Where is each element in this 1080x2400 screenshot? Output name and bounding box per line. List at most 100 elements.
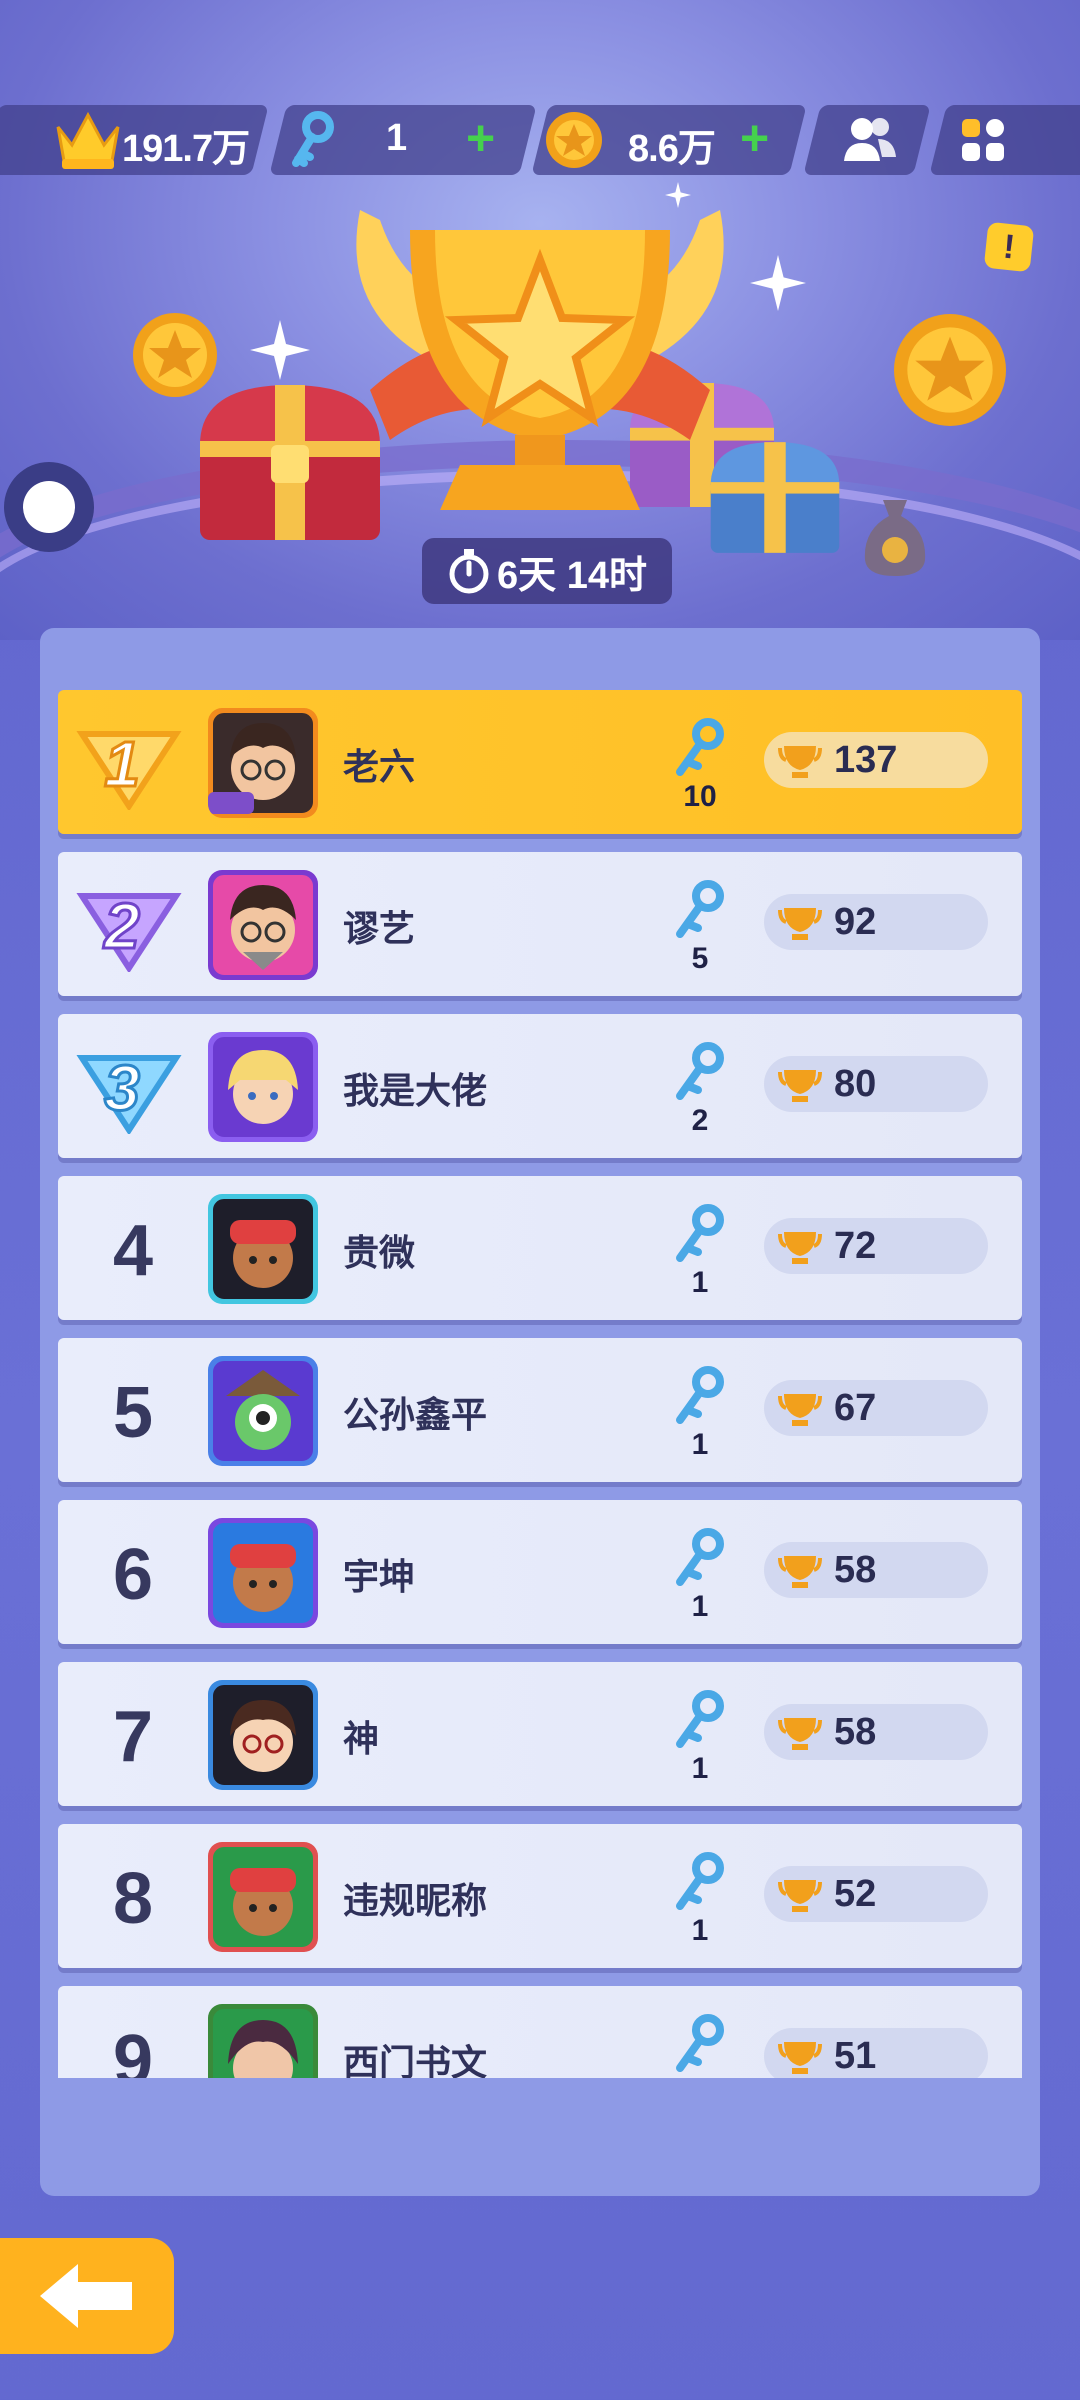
- timer-text: 6天 14时: [497, 554, 647, 597]
- avatar[interactable]: [208, 2004, 318, 2078]
- score-value: 137: [834, 739, 898, 781]
- player-name: 公孙鑫平: [343, 1394, 488, 1435]
- avatar[interactable]: [208, 1842, 318, 1952]
- crown-value: 191.7万: [122, 128, 250, 170]
- sparkle-icon: [750, 255, 806, 311]
- key-count: 1: [670, 1364, 730, 1464]
- coin-icon: [546, 112, 602, 168]
- player-name: 神: [343, 1718, 380, 1759]
- key-icon: [292, 111, 334, 167]
- avatar[interactable]: [208, 708, 318, 818]
- rank-number: 4: [112, 1211, 154, 1291]
- keys-icon: [676, 880, 724, 938]
- key-value: 1: [386, 117, 407, 159]
- trophy-icon: [778, 1880, 822, 1912]
- key-count-value: 2: [691, 1104, 709, 1137]
- svg-text:1: 1: [104, 728, 140, 800]
- key-count-value: 1: [691, 1752, 709, 1785]
- add-coins-button[interactable]: +: [740, 113, 769, 163]
- leaderboard-row[interactable]: 8 违规昵称 1 52: [58, 1824, 1022, 1968]
- trophy-score: 58: [764, 1542, 988, 1598]
- score-value: 92: [834, 901, 877, 943]
- sparkle-icon: [250, 320, 310, 380]
- info-alert-button[interactable]: !: [983, 221, 1035, 273]
- friends-icon[interactable]: [842, 115, 898, 165]
- key-count-value: 1: [691, 1428, 709, 1461]
- coin-decoration-icon: [894, 314, 1006, 426]
- rank-number: 8: [112, 1859, 154, 1939]
- player-name: 西门书文: [343, 2042, 488, 2078]
- trophy-icon: [778, 1394, 822, 1426]
- rank-number: 6: [112, 1535, 154, 1615]
- score-value: 72: [834, 1225, 877, 1267]
- keys-icon: [676, 718, 724, 776]
- crown-icon: [56, 111, 120, 169]
- svg-text:2: 2: [103, 890, 140, 962]
- score-value: 58: [834, 1549, 877, 1591]
- key-count: 5: [670, 878, 730, 978]
- event-timer: 6天 14时: [422, 538, 672, 604]
- trophy-score: 52: [764, 1866, 988, 1922]
- stopwatch-icon: [449, 549, 489, 594]
- trophy-score: 72: [764, 1218, 988, 1274]
- rank-2-badge-icon: 2: [76, 889, 182, 972]
- keys-icon: [676, 1042, 724, 1100]
- resource-bar: 191.7万 1 + 8.6万 +: [0, 105, 1080, 175]
- leaderboard-row[interactable]: 3 我是大佬 2 80: [58, 1014, 1022, 1158]
- score-value: 67: [834, 1387, 877, 1429]
- key-count-value: 1: [691, 1266, 709, 1299]
- leaderboard-row[interactable]: 6 宇坤 1 58: [58, 1500, 1022, 1644]
- player-name: 贵微: [343, 1232, 416, 1273]
- trophy-icon: [778, 908, 822, 940]
- leaderboard-row[interactable]: 2 谬艺 5 92: [58, 852, 1022, 996]
- avatar[interactable]: [208, 1518, 318, 1628]
- score-value: 51: [834, 2035, 877, 2077]
- avatar[interactable]: [208, 1032, 318, 1142]
- trophy-icon: [778, 1070, 822, 1102]
- leaderboard-row[interactable]: 9 西门书文 51: [58, 1986, 1022, 2078]
- key-count: 10: [670, 716, 730, 816]
- trophy-icon: [778, 1232, 822, 1264]
- key-count-value: 10: [683, 780, 717, 813]
- player-name: 老六: [343, 746, 416, 787]
- keys-icon: [676, 2014, 724, 2072]
- trophy-score: 137: [764, 732, 988, 788]
- leaderboard-list[interactable]: 1 老六 10 137 2 谬艺 5 92 3 我是大佬 2 80 4 贵微 1…: [58, 690, 1022, 2078]
- apps-icon[interactable]: [958, 115, 1010, 167]
- key-count: 2: [670, 1040, 730, 1140]
- trophy-icon: [778, 746, 822, 778]
- rank-number: 5: [112, 1373, 154, 1453]
- rank-number: 9: [112, 2021, 154, 2078]
- trophy-score: 58: [764, 1704, 988, 1760]
- trophy-score: 67: [764, 1380, 988, 1436]
- player-name: 宇坤: [343, 1556, 416, 1597]
- player-name: 违规昵称: [343, 1880, 488, 1921]
- avatar[interactable]: [208, 1194, 318, 1304]
- keys-icon: [676, 1852, 724, 1910]
- leaderboard-row[interactable]: 5 公孙鑫平 1 67: [58, 1338, 1022, 1482]
- svg-text:3: 3: [104, 1052, 140, 1124]
- rank-3-badge-icon: 3: [76, 1051, 182, 1134]
- rank-number: 7: [112, 1697, 154, 1777]
- trophy-icon: [778, 2042, 822, 2074]
- avatar[interactable]: [208, 1680, 318, 1790]
- avatar[interactable]: [208, 1356, 318, 1466]
- back-button[interactable]: [0, 2238, 174, 2354]
- leaderboard-row[interactable]: 7 神 1 58: [58, 1662, 1022, 1806]
- trophy-icon: [778, 1556, 822, 1588]
- arrow-left-icon: [40, 2264, 132, 2328]
- toggle-dot: [23, 481, 75, 533]
- keys-icon: [676, 1528, 724, 1586]
- key-count-value: 5: [691, 942, 709, 975]
- key-count-value: 1: [691, 1914, 709, 1947]
- key-count: 1: [670, 1202, 730, 1302]
- leaderboard-row[interactable]: 4 贵微 1 72: [58, 1176, 1022, 1320]
- add-keys-button[interactable]: +: [466, 113, 495, 163]
- leaderboard-row[interactable]: 1 老六 10 137: [58, 690, 1022, 834]
- key-count: [670, 2012, 730, 2078]
- keys-icon: [676, 1366, 724, 1424]
- score-value: 52: [834, 1873, 877, 1915]
- score-value: 58: [834, 1711, 877, 1753]
- side-toggle-button[interactable]: [4, 462, 94, 552]
- avatar[interactable]: [208, 870, 318, 980]
